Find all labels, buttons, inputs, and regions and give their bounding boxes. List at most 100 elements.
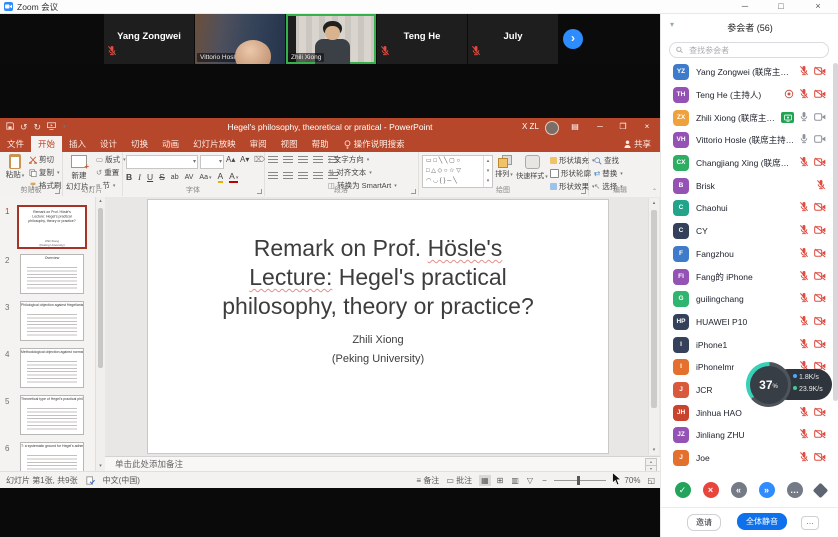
- align-right-icon[interactable]: [298, 172, 308, 181]
- bullets-icon[interactable]: [268, 156, 278, 165]
- tell-me-search[interactable]: 操作说明搜索: [336, 136, 413, 152]
- next-videos-button[interactable]: ›: [563, 29, 583, 49]
- char-spacing-button[interactable]: AV: [185, 174, 194, 181]
- view-sorter-button[interactable]: ⊞: [495, 475, 506, 486]
- zoom-percentage[interactable]: 70%: [624, 476, 640, 485]
- zoom-out-button[interactable]: −: [542, 476, 547, 485]
- notes-toggle-button[interactable]: ≡ 备注: [416, 475, 439, 486]
- ribbon-tab[interactable]: 开始: [31, 136, 62, 152]
- participant-row[interactable]: JJoe: [661, 447, 838, 470]
- video-tile[interactable]: Yang Zongwei: [104, 14, 194, 64]
- video-tile[interactable]: July: [468, 14, 558, 64]
- scroll-down-icon[interactable]: ▾: [649, 445, 659, 455]
- scroll-up-icon[interactable]: ▴: [649, 198, 659, 208]
- participant-row[interactable]: ZXZhili Xiong (联席主持人): [661, 106, 838, 129]
- font-color-button[interactable]: A▾: [229, 171, 238, 183]
- participant-row[interactable]: CCY: [661, 220, 838, 243]
- mute-all-button[interactable]: 全体静音: [737, 513, 787, 530]
- zoom-slider-thumb[interactable]: [577, 476, 580, 485]
- paste-button[interactable]: 粘贴▾: [2, 154, 28, 180]
- underline-button[interactable]: U: [147, 172, 153, 182]
- decrease-font-icon[interactable]: A▾: [240, 155, 249, 164]
- shapes-gallery[interactable]: ▭ □ ╲ ╲ ▢ ○ □ △ ◇ ○ ☆ ▽ ◠ ◡ { } ─ ╲ ▴▾▾: [422, 155, 493, 188]
- strikethrough-button[interactable]: S: [159, 172, 165, 182]
- shapes-gallery-scrollbar[interactable]: ▴▾▾: [483, 156, 492, 187]
- video-tile[interactable]: Teng He: [377, 14, 467, 64]
- align-left-icon[interactable]: [268, 172, 278, 181]
- slide-canvas[interactable]: Remark on Prof. Hösle'sLecture: Hegel's …: [147, 199, 609, 454]
- more-options-button[interactable]: …: [801, 516, 819, 530]
- italic-button[interactable]: I: [138, 172, 141, 182]
- participant-row[interactable]: Gguilingchang: [661, 288, 838, 311]
- spellcheck-icon[interactable]: [86, 476, 95, 485]
- slide-thumbnail[interactable]: T: a systematic ground for Hegel's adher…: [20, 442, 84, 471]
- slide-thumbnail[interactable]: Overview: [20, 254, 84, 294]
- participant-row[interactable]: FIFang的 iPhone: [661, 265, 838, 288]
- feedback-more-button[interactable]: …: [787, 482, 803, 498]
- font-size-select[interactable]: [200, 155, 224, 169]
- ribbon-display-icon[interactable]: ▤: [565, 118, 585, 136]
- participant-row[interactable]: IiPhone1: [661, 333, 838, 356]
- feedback-slower-button[interactable]: «: [731, 482, 747, 498]
- zoom-slider[interactable]: [554, 480, 606, 481]
- increase-font-icon[interactable]: A▴: [226, 155, 235, 164]
- feedback-yes-button[interactable]: ✓: [675, 482, 691, 498]
- participants-scrollbar[interactable]: [833, 63, 838, 401]
- ppt-close-button[interactable]: ×: [637, 118, 657, 136]
- minimize-button[interactable]: ─: [736, 0, 754, 13]
- dialog-launcher-icon[interactable]: [257, 189, 262, 194]
- ribbon-tab[interactable]: 设计: [93, 136, 124, 152]
- view-slideshow-button[interactable]: ▽: [525, 475, 535, 486]
- ribbon-tab[interactable]: 切换: [124, 136, 155, 152]
- numbering-icon[interactable]: [283, 156, 293, 165]
- increase-indent-icon[interactable]: [313, 156, 323, 165]
- text-direction-button[interactable]: ↕文字方向▾: [328, 153, 397, 166]
- collapse-ribbon-icon[interactable]: ⌃: [652, 188, 657, 195]
- ppt-restore-button[interactable]: ❐: [613, 118, 633, 136]
- share-button[interactable]: 共享: [615, 136, 660, 152]
- participant-row[interactable]: YZYang Zongwei (联席主持人, 我): [661, 61, 838, 84]
- ribbon-tab[interactable]: 动画: [155, 136, 186, 152]
- bold-button[interactable]: B: [126, 172, 132, 182]
- dialog-launcher-icon[interactable]: [581, 189, 586, 194]
- view-normal-button[interactable]: ▦: [479, 475, 491, 486]
- scroll-down-icon[interactable]: ▾: [96, 462, 105, 471]
- feedback-clear-button[interactable]: [812, 482, 828, 498]
- search-input[interactable]: [687, 45, 822, 56]
- ribbon-tab[interactable]: 帮助: [305, 136, 336, 152]
- participant-row[interactable]: FFangzhou: [661, 243, 838, 266]
- participant-row[interactable]: VHVittorio Hosle (联席主持人): [661, 129, 838, 152]
- invite-button[interactable]: 邀请: [687, 514, 721, 531]
- slide-thumbnail[interactable]: Theoretical type of Hegel's practical ph…: [20, 395, 84, 435]
- participant-row[interactable]: HPHUAWEI P10: [661, 311, 838, 334]
- dialog-launcher-icon[interactable]: [411, 189, 416, 194]
- dialog-launcher-icon[interactable]: [55, 189, 60, 194]
- highlight-color-button[interactable]: A: [218, 171, 224, 183]
- arrange-button[interactable]: 排列▾: [492, 154, 516, 179]
- view-reading-button[interactable]: ▥: [509, 475, 521, 486]
- fit-to-window-button[interactable]: ◱: [647, 476, 655, 485]
- chevron-down-icon[interactable]: ▾: [670, 20, 674, 29]
- close-button[interactable]: ×: [809, 0, 827, 13]
- align-center-icon[interactable]: [283, 172, 293, 181]
- participant-search-box[interactable]: [669, 42, 829, 58]
- justify-icon[interactable]: [313, 172, 323, 181]
- comments-toggle-button[interactable]: ▭ 批注: [446, 475, 472, 486]
- ribbon-tab[interactable]: 插入: [62, 136, 93, 152]
- find-button[interactable]: 查找: [594, 154, 623, 167]
- video-tile[interactable]: Vittorio Hosle: [195, 14, 285, 64]
- account-avatar[interactable]: [545, 121, 559, 135]
- language-indicator[interactable]: 中文(中国): [103, 475, 140, 486]
- slide-thumbnail[interactable]: Remark on Prof. Hösle'sLecture: Hegel's …: [17, 205, 87, 249]
- participant-row[interactable]: JZJinliang ZHU: [661, 424, 838, 447]
- ribbon-tab[interactable]: 文件: [0, 136, 31, 152]
- feedback-faster-button[interactable]: »: [759, 482, 775, 498]
- notes-pane[interactable]: 单击此处添加备注 ▴ ▾: [105, 456, 660, 472]
- cut-button[interactable]: 剪切: [29, 153, 62, 166]
- quick-styles-button[interactable]: 快速样式▾: [516, 154, 548, 181]
- text-shadow-button[interactable]: ab: [171, 174, 179, 181]
- ribbon-tab[interactable]: 幻灯片放映: [186, 136, 243, 152]
- slide-thumbnail[interactable]: Methodological objection against normati…: [20, 348, 84, 388]
- ribbon-tab[interactable]: 审阅: [243, 136, 274, 152]
- thumbnail-scrollbar[interactable]: ▴ ▾: [95, 197, 105, 471]
